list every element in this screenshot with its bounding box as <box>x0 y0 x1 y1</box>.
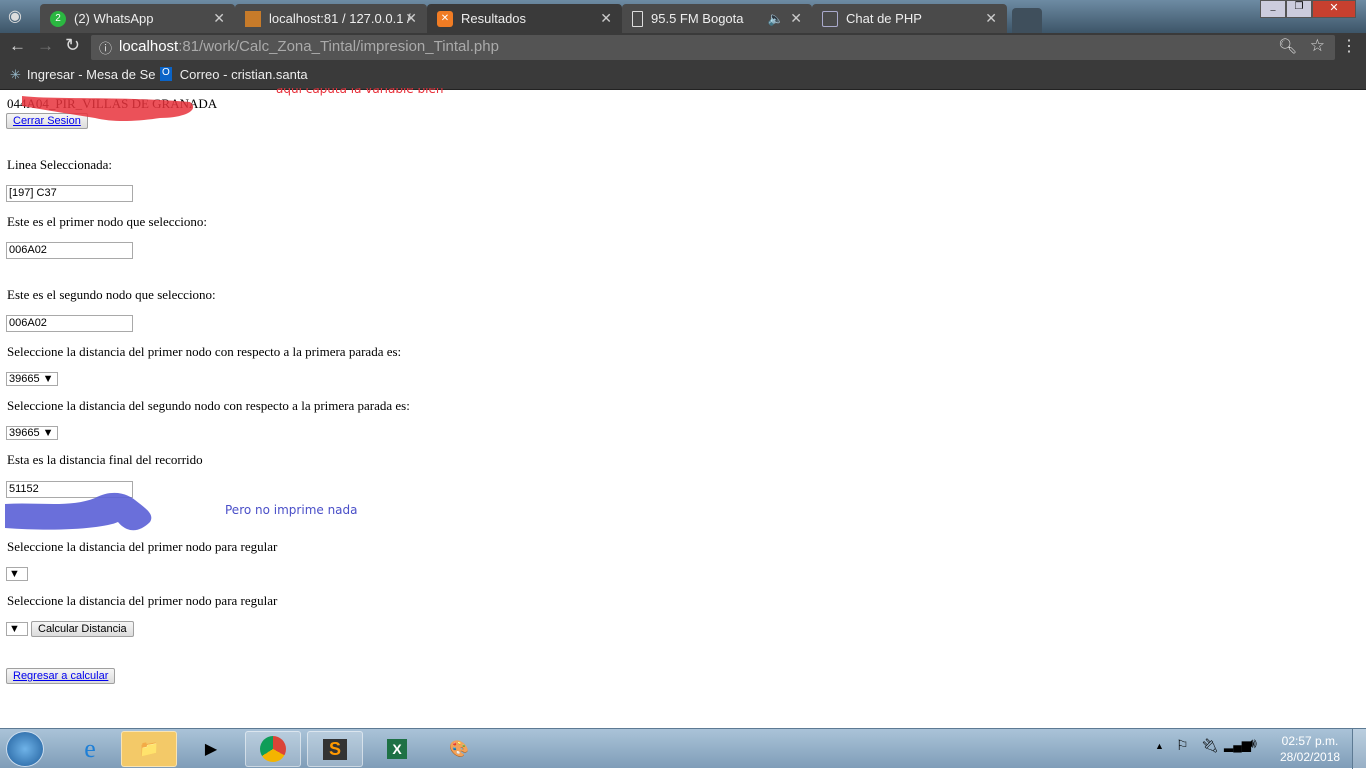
dropdown-arrow-icon: ▼ <box>9 623 20 635</box>
tab-phpmyadmin[interactable]: localhost:81 / 127.0.0.1 /✕ <box>235 4 427 33</box>
whatsapp-icon: 2 <box>50 10 66 27</box>
info-icon: ⓘ <box>99 41 113 56</box>
maximize-button[interactable]: ❐ <box>1286 0 1312 18</box>
close-window-button[interactable]: ✕ <box>1312 0 1356 18</box>
reg1-select[interactable]: ▼ <box>6 567 28 581</box>
xampp-icon: ✕ <box>437 10 453 27</box>
volume-icon[interactable]: 🔊︎ <box>1248 737 1257 753</box>
forward-icon[interactable]: → <box>37 36 54 56</box>
tab-whatsapp[interactable]: 2 (2) WhatsApp ✕ <box>40 4 235 33</box>
tab-label: localhost:81 / 127.0.0.1 / <box>269 11 411 26</box>
speaker-icon[interactable]: 🔈 <box>768 11 784 27</box>
signal-icon[interactable]: ▂▄▆ <box>1224 738 1251 753</box>
menu-icon[interactable]: ⋮ <box>1341 36 1357 56</box>
dropdown-arrow-icon: ▼ <box>42 427 54 439</box>
dist2-label: Seleccione la distancia del segundo nodo… <box>7 398 410 413</box>
clock-date: 28/02/2018 <box>1280 750 1341 764</box>
media-player-icon[interactable]: ▶ <box>183 731 239 767</box>
bookmark-correo[interactable]: O Correo - cristian.santa <box>160 67 308 82</box>
tab-bar: ◉ 2 (2) WhatsApp ✕ localhost:81 / 127.0.0.… <box>0 0 1366 33</box>
calculate-button[interactable]: Calcular Distancia <box>31 621 134 637</box>
explorer-icon[interactable]: 📁 <box>121 731 177 767</box>
bookmark-label: Correo - cristian.santa <box>179 67 308 82</box>
dropdown-arrow-icon: ▼ <box>42 373 54 385</box>
bookmark-mesa[interactable]: ✳ Ingresar - Mesa de Se <box>10 67 156 83</box>
clock-time: 02:57 p.m. <box>1281 734 1339 748</box>
document-icon <box>632 10 643 27</box>
close-icon[interactable]: ✕ <box>985 10 997 27</box>
paint-icon[interactable]: 🎨 <box>431 731 487 767</box>
blue-annotation-text: Pero no imprime nada <box>225 503 358 517</box>
tab-label: Chat de PHP <box>846 11 922 26</box>
back-button[interactable]: Regresar a calcular <box>6 668 116 684</box>
final-label: Esta es la distancia final del recorrido <box>7 452 203 467</box>
close-icon[interactable]: ✕ <box>790 10 802 27</box>
sublime-icon[interactable]: S <box>307 731 363 767</box>
nodo2-label: Este es el segundo nodo que selecciono: <box>7 287 216 302</box>
dropdown-arrow-icon: ▼ <box>9 568 20 580</box>
ie-icon[interactable]: e <box>62 731 118 767</box>
taskbar: e 📁 ▶ S X 🎨 ▲ ⚐ 🔌︎ ▂▄▆ 🔊︎ 02:57 p.m. 28/0… <box>0 728 1366 769</box>
reg2-select[interactable]: ▼ <box>6 622 28 636</box>
excel-icon[interactable]: X <box>369 731 425 767</box>
show-desktop-button[interactable] <box>1352 729 1366 769</box>
chrome-icon[interactable] <box>245 731 301 767</box>
power-icon[interactable]: 🔌︎ <box>1201 738 1219 755</box>
tab-label: Resultados <box>461 11 527 26</box>
url-path: :81/work/Calc_Zona_Tintal/impresion_Tint… <box>178 38 499 55</box>
back-icon[interactable]: ← <box>9 36 26 56</box>
red-annotation-text: aqui caputa la variable bien <box>276 88 443 96</box>
dist1-label: Seleccione la distancia del primer nodo … <box>7 344 402 359</box>
phpmyadmin-icon <box>245 10 261 27</box>
select-value: 39665 <box>9 427 40 439</box>
reg2-label: Seleccione la distancia del primer nodo … <box>7 593 278 608</box>
close-icon[interactable]: ✕ <box>405 10 417 27</box>
tab-chat-php[interactable]: Chat de PHP ✕ <box>812 4 1007 33</box>
select-value: 39665 <box>9 373 40 385</box>
tab-label: (2) WhatsApp <box>74 11 154 26</box>
linea-label: Linea Seleccionada: <box>7 157 113 172</box>
url-host: localhost <box>119 38 179 55</box>
chat-icon <box>822 10 838 27</box>
start-button[interactable] <box>6 731 44 767</box>
address-bar[interactable]: ⓘ localhost:81/work/Calc_Zona_Tintal/imp… <box>91 35 1335 60</box>
outlook-icon: O <box>160 67 172 81</box>
tab-resultados[interactable]: ✕ Resultados ✕ <box>427 4 622 33</box>
close-icon[interactable]: ✕ <box>600 10 612 27</box>
nodo2-input[interactable]: 006A02 <box>6 315 133 332</box>
incognito-icon: ◉ <box>8 8 22 25</box>
minimize-button[interactable]: _ <box>1260 0 1286 18</box>
new-tab-button[interactable] <box>1012 8 1042 33</box>
star-logo-icon: ✳ <box>10 67 21 82</box>
dist1-select[interactable]: 39665 ▼ <box>6 372 58 386</box>
clock[interactable]: 02:57 p.m. 28/02/2018 <box>1280 733 1340 765</box>
nodo1-input[interactable]: 006A02 <box>6 242 133 259</box>
bookmark-star-icon[interactable]: ☆ <box>1310 36 1325 56</box>
bookmarks-bar: ✳ Ingresar - Mesa de Se O Correo - cristia… <box>0 62 1366 90</box>
show-hidden-icons[interactable]: ▲ <box>1155 741 1164 751</box>
red-scribble-annotation: aqui caputa la variable bien <box>22 88 443 122</box>
tab-label: 95.5 FM Bogota <box>651 11 744 26</box>
reg1-label: Seleccione la distancia del primer nodo … <box>7 539 278 554</box>
blue-scribble-annotation <box>5 492 152 531</box>
nodo1-label: Este es el primer nodo que selecciono: <box>7 214 207 229</box>
bookmark-label: Ingresar - Mesa de Se <box>26 67 156 82</box>
zoom-icon[interactable]: 🔍︎ <box>1278 37 1297 55</box>
tab-radio[interactable]: 95.5 FM Bogota 🔈 ✕ <box>622 4 812 33</box>
reload-icon[interactable]: ↻ <box>65 35 80 56</box>
close-icon[interactable]: ✕ <box>213 10 225 27</box>
dist2-select[interactable]: 39665 ▼ <box>6 426 58 440</box>
flag-icon[interactable]: ⚐ <box>1176 738 1189 755</box>
linea-input[interactable]: [197] C37 <box>6 185 133 202</box>
window-controls: _ ❐ ✕ <box>1260 0 1360 18</box>
